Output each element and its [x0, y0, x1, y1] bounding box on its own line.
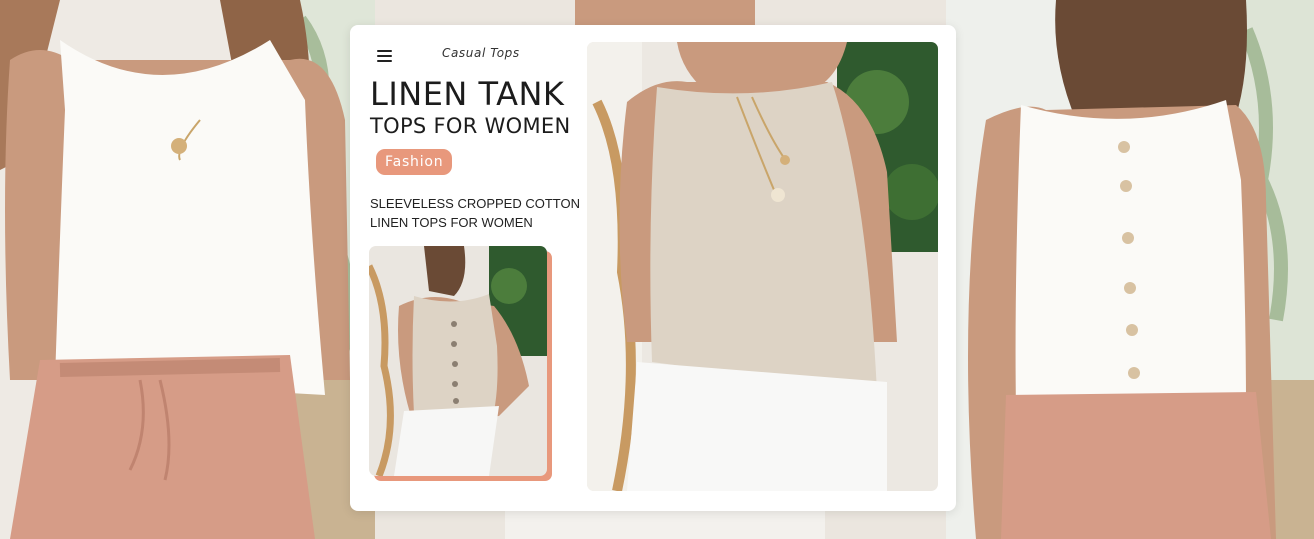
category-label: Casual Tops — [442, 46, 520, 60]
right-product-photo — [946, 0, 1314, 539]
thumbnail-back-view-image[interactable] — [369, 246, 547, 476]
product-description: SLEEVELESS CROPPED COTTON LINEN TOPS FOR… — [370, 196, 580, 230]
fashion-tag[interactable]: Fashion — [376, 149, 453, 175]
left-product-photo — [0, 0, 375, 539]
hamburger-menu-icon[interactable] — [377, 49, 393, 63]
title-line-1: LINEN TANK — [370, 75, 565, 113]
title-line-2: TOPS FOR WOMEN — [370, 114, 571, 138]
main-product-image[interactable] — [587, 42, 938, 491]
product-card: Casual Tops LINEN TANK TOPS FOR WOMEN Fa… — [350, 25, 956, 511]
